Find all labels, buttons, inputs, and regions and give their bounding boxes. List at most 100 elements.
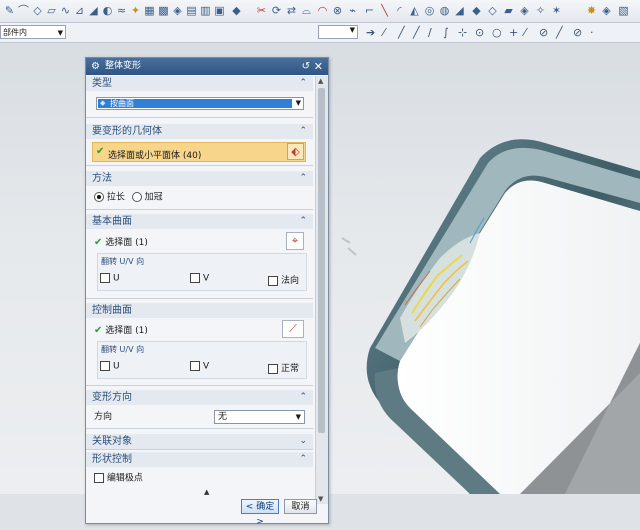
checkbox[interactable] [100, 273, 110, 283]
image-icon[interactable]: ▣ [213, 4, 226, 17]
snap-face-icon[interactable]: ⊘ [539, 26, 548, 39]
base-flip-normal-option[interactable]: 法向 [268, 273, 299, 286]
diamond-icon[interactable]: ◇ [31, 4, 44, 17]
direction-dropdown[interactable]: 无 ▼ [214, 410, 305, 424]
mesh-icon[interactable]: ▦ [143, 4, 156, 17]
sphere-icon[interactable]: ◍ [438, 4, 451, 17]
split-icon[interactable]: ✧ [534, 4, 547, 17]
grid-icon[interactable]: ▩ [157, 4, 170, 17]
ok-button[interactable]: < 确定 > [241, 499, 279, 527]
surface-icon[interactable]: ▱ [45, 4, 58, 17]
snap-curve-icon[interactable]: ⁄ [524, 26, 526, 39]
arc-icon[interactable]: ◜ [393, 4, 406, 17]
layer-icon[interactable]: ▤ [185, 4, 198, 17]
deform-icon[interactable]: ◈ [171, 4, 184, 17]
bridge-icon[interactable]: ⌓ [300, 4, 313, 17]
reset-icon[interactable]: ↺ [302, 58, 310, 75]
type-dropdown[interactable]: ◆ 按曲面 ▼ [96, 97, 304, 110]
checkbox[interactable] [100, 361, 110, 371]
curve-icon[interactable]: ⌒ [17, 4, 30, 17]
extend-icon[interactable]: ⊿ [73, 4, 86, 17]
snap-quadrant-icon[interactable]: ○ [492, 26, 502, 39]
analysis-icon[interactable]: ✶ [550, 4, 563, 17]
edit-poles-option[interactable]: 编辑极点 [94, 473, 143, 485]
checkbox[interactable] [268, 363, 278, 374]
snap-endpoint-icon[interactable]: ╱ [413, 26, 420, 39]
base-flip-v-option[interactable]: V [190, 273, 209, 284]
section-icon[interactable]: ◠ [316, 4, 329, 17]
intersect-icon[interactable]: ⊗ [331, 4, 344, 17]
body-icon[interactable]: ◇ [486, 4, 499, 17]
trim-icon[interactable]: ✂ [255, 4, 268, 17]
edit-icon[interactable]: ✎ [3, 4, 16, 17]
snap-existing-icon[interactable]: · [590, 26, 594, 39]
render-icon[interactable]: ▧ [617, 4, 630, 17]
snap-line-icon[interactable]: ╱ [398, 26, 405, 39]
cancel-button[interactable]: 取消 [284, 499, 317, 514]
patch-icon[interactable]: ◢ [453, 4, 466, 17]
section-control-surface-header[interactable]: 控制曲面 [86, 303, 313, 318]
snap-intersection-icon[interactable]: ⊹ [458, 26, 467, 39]
pole-icon[interactable]: ✦ [129, 4, 142, 17]
bar-chart-icon[interactable]: ▥ [199, 4, 212, 17]
control-surface-selection-row[interactable]: ✔ 选择面 (1) [94, 325, 148, 337]
scroll-up-icon[interactable]: ▲ [318, 77, 323, 85]
face-icon[interactable]: ◆ [470, 4, 483, 17]
filter-dropdown[interactable]: ▼ [318, 25, 358, 39]
snap-midpoint-icon[interactable]: ∕ [428, 26, 432, 39]
graphics-viewport[interactable]: ⚙ 整体变形 ↺ ✕ 类型 ⌃ ◆ 按曲面 ▼ 要变形的几何体 ⌃ ✔ 选择面或… [0, 43, 640, 527]
snap-icon[interactable]: ⁄ [383, 26, 385, 39]
select-facet-body-button[interactable]: ⬖ [287, 143, 304, 160]
selection-scope-value: 部件内 [3, 28, 27, 37]
control-flip-normal-option[interactable]: 正常 [268, 361, 299, 374]
scrollbar-thumb[interactable] [318, 88, 325, 433]
sheet-icon[interactable]: ▰ [502, 4, 515, 17]
control-flip-v-option[interactable]: V [190, 361, 209, 372]
section-base-surface-header[interactable]: 基本曲面 ⌃ [86, 214, 313, 229]
line-icon[interactable]: ╲ [378, 4, 391, 17]
base-flip-u-option[interactable]: U [100, 273, 120, 284]
checkbox[interactable] [190, 361, 200, 371]
section-deform-direction-header[interactable]: 变形方向 ⌃ [86, 390, 313, 405]
base-surface-selection-row[interactable]: ✔ 选择面 (1) [94, 237, 148, 249]
checkbox[interactable] [190, 273, 200, 283]
dialog-title-bar[interactable]: ⚙ 整体变形 ↺ ✕ [86, 58, 328, 75]
select-base-face-button[interactable]: ⌖ [286, 232, 304, 250]
fit-icon[interactable]: ⌁ [346, 4, 359, 17]
section-geometry-header[interactable]: 要变形的几何体 ⌃ [86, 124, 313, 139]
section-associated-header[interactable]: 关联对象 ⌄ [86, 434, 313, 449]
wave-icon[interactable]: ≈ [115, 4, 128, 17]
sweep-icon[interactable]: ◐ [101, 4, 114, 17]
arrow-right-icon[interactable]: ➔ [366, 26, 375, 39]
checkbox[interactable] [268, 275, 278, 286]
section-method-header[interactable]: 方法 ⌃ [86, 171, 313, 186]
offset-icon[interactable]: ⟳ [270, 4, 283, 17]
sew-icon[interactable]: ◈ [518, 4, 531, 17]
morph-icon[interactable]: ◆ [230, 4, 243, 17]
edit-poles-checkbox[interactable] [94, 473, 104, 483]
torus-icon[interactable]: ◎ [423, 4, 436, 17]
blend-icon[interactable]: ◢ [87, 4, 100, 17]
method-crown-radio[interactable] [131, 192, 142, 202]
point-icon[interactable]: ⌐ [363, 4, 376, 17]
cone-icon[interactable]: ◭ [408, 4, 421, 17]
dialog-scrollbar[interactable]: ▲ ▼ [315, 76, 328, 504]
snap-bounded-icon[interactable]: ╱ [556, 26, 563, 39]
snap-tangent-icon[interactable]: ⊘ [573, 26, 582, 39]
section-type-header[interactable]: 类型 ⌃ [86, 76, 313, 91]
spline-icon[interactable]: ∿ [59, 4, 72, 17]
close-icon[interactable]: ✕ [314, 58, 323, 75]
snap-center-icon[interactable]: ⊙ [475, 26, 484, 39]
control-flip-u-option[interactable]: U [100, 361, 120, 372]
gear-icon[interactable]: ⚙ [91, 58, 100, 75]
project-icon[interactable]: ⇄ [285, 4, 298, 17]
method-stretch-radio[interactable] [94, 192, 104, 202]
geometry-selection-row[interactable]: ✔ 选择面或小平面体 (40) [92, 142, 306, 162]
select-control-face-button[interactable]: ⟋ [282, 320, 304, 338]
star-icon[interactable]: ✸ [585, 4, 598, 17]
selection-scope-dropdown[interactable]: 部件内 ▼ [0, 25, 66, 39]
shaded-icon[interactable]: ◈ [600, 4, 613, 17]
snap-point-icon[interactable]: + [509, 26, 518, 39]
section-shape-control-header[interactable]: 形状控制 ⌃ [86, 452, 313, 467]
snap-control-icon[interactable]: ∫ [443, 26, 449, 39]
